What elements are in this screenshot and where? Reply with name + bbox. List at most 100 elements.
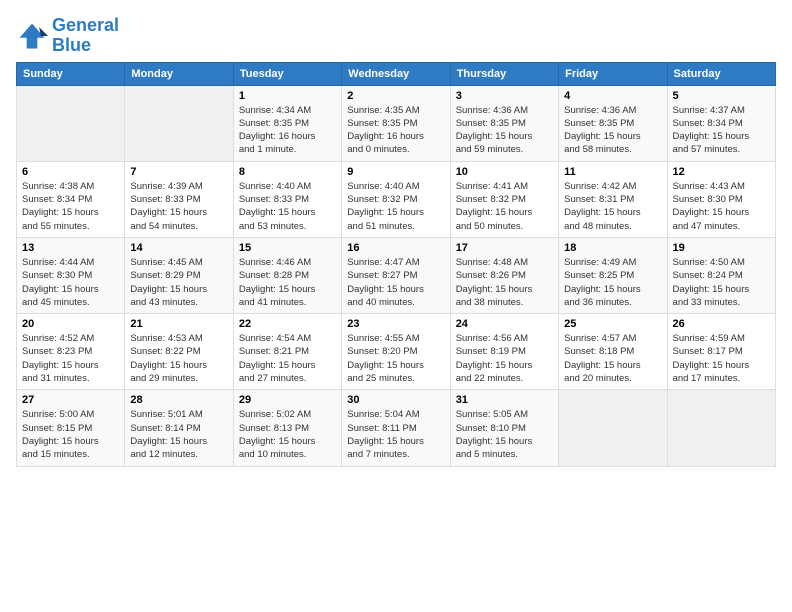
day-number: 1 — [239, 90, 336, 102]
calendar-day: 16 Sunrise: 4:47 AM Sunset: 8:27 PM Dayli… — [342, 237, 450, 313]
calendar-day: 29 Sunrise: 5:02 AM Sunset: 8:13 PM Dayli… — [233, 390, 341, 466]
day-detail: Sunrise: 4:47 AM Sunset: 8:27 PM Dayligh… — [347, 256, 444, 309]
calendar-day: 26Sunrise: 4:59 AM Sunset: 8:17 PM Dayli… — [667, 314, 775, 390]
calendar-day — [125, 85, 233, 161]
day-detail: Sunrise: 4:48 AM Sunset: 8:26 PM Dayligh… — [456, 256, 553, 309]
day-detail: Sunrise: 5:01 AM Sunset: 8:14 PM Dayligh… — [130, 408, 227, 461]
calendar-week-5: 27Sunrise: 5:00 AM Sunset: 8:15 PM Dayli… — [17, 390, 776, 466]
column-header-sunday: Sunday — [17, 62, 125, 85]
day-number: 21 — [130, 318, 227, 330]
day-number: 8 — [239, 166, 336, 178]
day-number: 4 — [564, 90, 661, 102]
day-number: 17 — [456, 242, 553, 254]
calendar-day: 21Sunrise: 4:53 AM Sunset: 8:22 PM Dayli… — [125, 314, 233, 390]
day-number: 30 — [347, 394, 444, 406]
day-number: 15 — [239, 242, 336, 254]
calendar-day: 3Sunrise: 4:36 AM Sunset: 8:35 PM Daylig… — [450, 85, 558, 161]
calendar-day: 1 Sunrise: 4:34 AM Sunset: 8:35 PM Daylig… — [233, 85, 341, 161]
calendar-day: 24 Sunrise: 4:56 AM Sunset: 8:19 PM Dayli… — [450, 314, 558, 390]
day-detail: Sunrise: 4:55 AM Sunset: 8:20 PM Dayligh… — [347, 332, 444, 385]
day-number: 31 — [456, 394, 553, 406]
column-header-friday: Friday — [559, 62, 667, 85]
calendar-day: 28 Sunrise: 5:01 AM Sunset: 8:14 PM Dayli… — [125, 390, 233, 466]
day-number: 18 — [564, 242, 661, 254]
calendar-day: 23 Sunrise: 4:55 AM Sunset: 8:20 PM Dayli… — [342, 314, 450, 390]
day-number: 5 — [673, 90, 770, 102]
day-detail: Sunrise: 4:42 AM Sunset: 8:31 PM Dayligh… — [564, 180, 661, 233]
calendar-day: 20 Sunrise: 4:52 AM Sunset: 8:23 PM Dayli… — [17, 314, 125, 390]
page-header: General Blue — [16, 16, 776, 56]
calendar-week-3: 13 Sunrise: 4:44 AM Sunset: 8:30 PM Dayli… — [17, 237, 776, 313]
day-detail: Sunrise: 4:34 AM Sunset: 8:35 PM Dayligh… — [239, 104, 336, 157]
day-number: 6 — [22, 166, 119, 178]
calendar-table: SundayMondayTuesdayWednesdayThursdayFrid… — [16, 62, 776, 467]
day-detail: Sunrise: 4:46 AM Sunset: 8:28 PM Dayligh… — [239, 256, 336, 309]
calendar-day: 25 Sunrise: 4:57 AM Sunset: 8:18 PM Dayli… — [559, 314, 667, 390]
calendar-day: 5 Sunrise: 4:37 AM Sunset: 8:34 PM Daylig… — [667, 85, 775, 161]
day-number: 28 — [130, 394, 227, 406]
day-number: 7 — [130, 166, 227, 178]
day-number: 24 — [456, 318, 553, 330]
calendar-week-4: 20 Sunrise: 4:52 AM Sunset: 8:23 PM Dayli… — [17, 314, 776, 390]
calendar-day: 8Sunrise: 4:40 AM Sunset: 8:33 PM Daylig… — [233, 161, 341, 237]
day-number: 29 — [239, 394, 336, 406]
day-number: 20 — [22, 318, 119, 330]
calendar-day: 27Sunrise: 5:00 AM Sunset: 8:15 PM Dayli… — [17, 390, 125, 466]
day-detail: Sunrise: 4:44 AM Sunset: 8:30 PM Dayligh… — [22, 256, 119, 309]
day-detail: Sunrise: 4:57 AM Sunset: 8:18 PM Dayligh… — [564, 332, 661, 385]
day-number: 9 — [347, 166, 444, 178]
calendar-day: 7 Sunrise: 4:39 AM Sunset: 8:33 PM Daylig… — [125, 161, 233, 237]
day-detail: Sunrise: 4:41 AM Sunset: 8:32 PM Dayligh… — [456, 180, 553, 233]
column-header-saturday: Saturday — [667, 62, 775, 85]
day-detail: Sunrise: 4:37 AM Sunset: 8:34 PM Dayligh… — [673, 104, 770, 157]
day-number: 19 — [673, 242, 770, 254]
day-detail: Sunrise: 4:38 AM Sunset: 8:34 PM Dayligh… — [22, 180, 119, 233]
logo: General Blue — [16, 16, 119, 56]
calendar-day: 14 Sunrise: 4:45 AM Sunset: 8:29 PM Dayli… — [125, 237, 233, 313]
calendar-day: 9Sunrise: 4:40 AM Sunset: 8:32 PM Daylig… — [342, 161, 450, 237]
day-detail: Sunrise: 4:35 AM Sunset: 8:35 PM Dayligh… — [347, 104, 444, 157]
column-header-thursday: Thursday — [450, 62, 558, 85]
calendar-day: 11 Sunrise: 4:42 AM Sunset: 8:31 PM Dayli… — [559, 161, 667, 237]
day-number: 14 — [130, 242, 227, 254]
calendar-day: 2 Sunrise: 4:35 AM Sunset: 8:35 PM Daylig… — [342, 85, 450, 161]
day-number: 11 — [564, 166, 661, 178]
day-number: 10 — [456, 166, 553, 178]
calendar-day: 15 Sunrise: 4:46 AM Sunset: 8:28 PM Dayli… — [233, 237, 341, 313]
day-number: 27 — [22, 394, 119, 406]
logo-text: General Blue — [52, 16, 119, 56]
day-detail: Sunrise: 5:05 AM Sunset: 8:10 PM Dayligh… — [456, 408, 553, 461]
day-number: 13 — [22, 242, 119, 254]
calendar-day — [17, 85, 125, 161]
day-detail: Sunrise: 4:56 AM Sunset: 8:19 PM Dayligh… — [456, 332, 553, 385]
logo-icon — [16, 20, 48, 52]
column-header-monday: Monday — [125, 62, 233, 85]
day-detail: Sunrise: 4:45 AM Sunset: 8:29 PM Dayligh… — [130, 256, 227, 309]
calendar-day: 19Sunrise: 4:50 AM Sunset: 8:24 PM Dayli… — [667, 237, 775, 313]
day-detail: Sunrise: 4:39 AM Sunset: 8:33 PM Dayligh… — [130, 180, 227, 233]
day-number: 16 — [347, 242, 444, 254]
day-detail: Sunrise: 5:04 AM Sunset: 8:11 PM Dayligh… — [347, 408, 444, 461]
column-header-wednesday: Wednesday — [342, 62, 450, 85]
day-detail: Sunrise: 4:54 AM Sunset: 8:21 PM Dayligh… — [239, 332, 336, 385]
calendar-day: 6 Sunrise: 4:38 AM Sunset: 8:34 PM Daylig… — [17, 161, 125, 237]
day-detail: Sunrise: 4:52 AM Sunset: 8:23 PM Dayligh… — [22, 332, 119, 385]
calendar-day: 4Sunrise: 4:36 AM Sunset: 8:35 PM Daylig… — [559, 85, 667, 161]
day-detail: Sunrise: 5:02 AM Sunset: 8:13 PM Dayligh… — [239, 408, 336, 461]
calendar-day: 31 Sunrise: 5:05 AM Sunset: 8:10 PM Dayli… — [450, 390, 558, 466]
column-header-tuesday: Tuesday — [233, 62, 341, 85]
calendar-day: 17 Sunrise: 4:48 AM Sunset: 8:26 PM Dayli… — [450, 237, 558, 313]
calendar-day: 12Sunrise: 4:43 AM Sunset: 8:30 PM Dayli… — [667, 161, 775, 237]
day-detail: Sunrise: 4:36 AM Sunset: 8:35 PM Dayligh… — [456, 104, 553, 157]
calendar-day: 10 Sunrise: 4:41 AM Sunset: 8:32 PM Dayli… — [450, 161, 558, 237]
day-detail: Sunrise: 4:49 AM Sunset: 8:25 PM Dayligh… — [564, 256, 661, 309]
day-detail: Sunrise: 4:43 AM Sunset: 8:30 PM Dayligh… — [673, 180, 770, 233]
calendar-day — [667, 390, 775, 466]
day-number: 23 — [347, 318, 444, 330]
day-number: 2 — [347, 90, 444, 102]
calendar-week-1: 1 Sunrise: 4:34 AM Sunset: 8:35 PM Daylig… — [17, 85, 776, 161]
calendar-day: 30 Sunrise: 5:04 AM Sunset: 8:11 PM Dayli… — [342, 390, 450, 466]
day-number: 25 — [564, 318, 661, 330]
calendar-day: 18 Sunrise: 4:49 AM Sunset: 8:25 PM Dayli… — [559, 237, 667, 313]
day-detail: Sunrise: 4:59 AM Sunset: 8:17 PM Dayligh… — [673, 332, 770, 385]
